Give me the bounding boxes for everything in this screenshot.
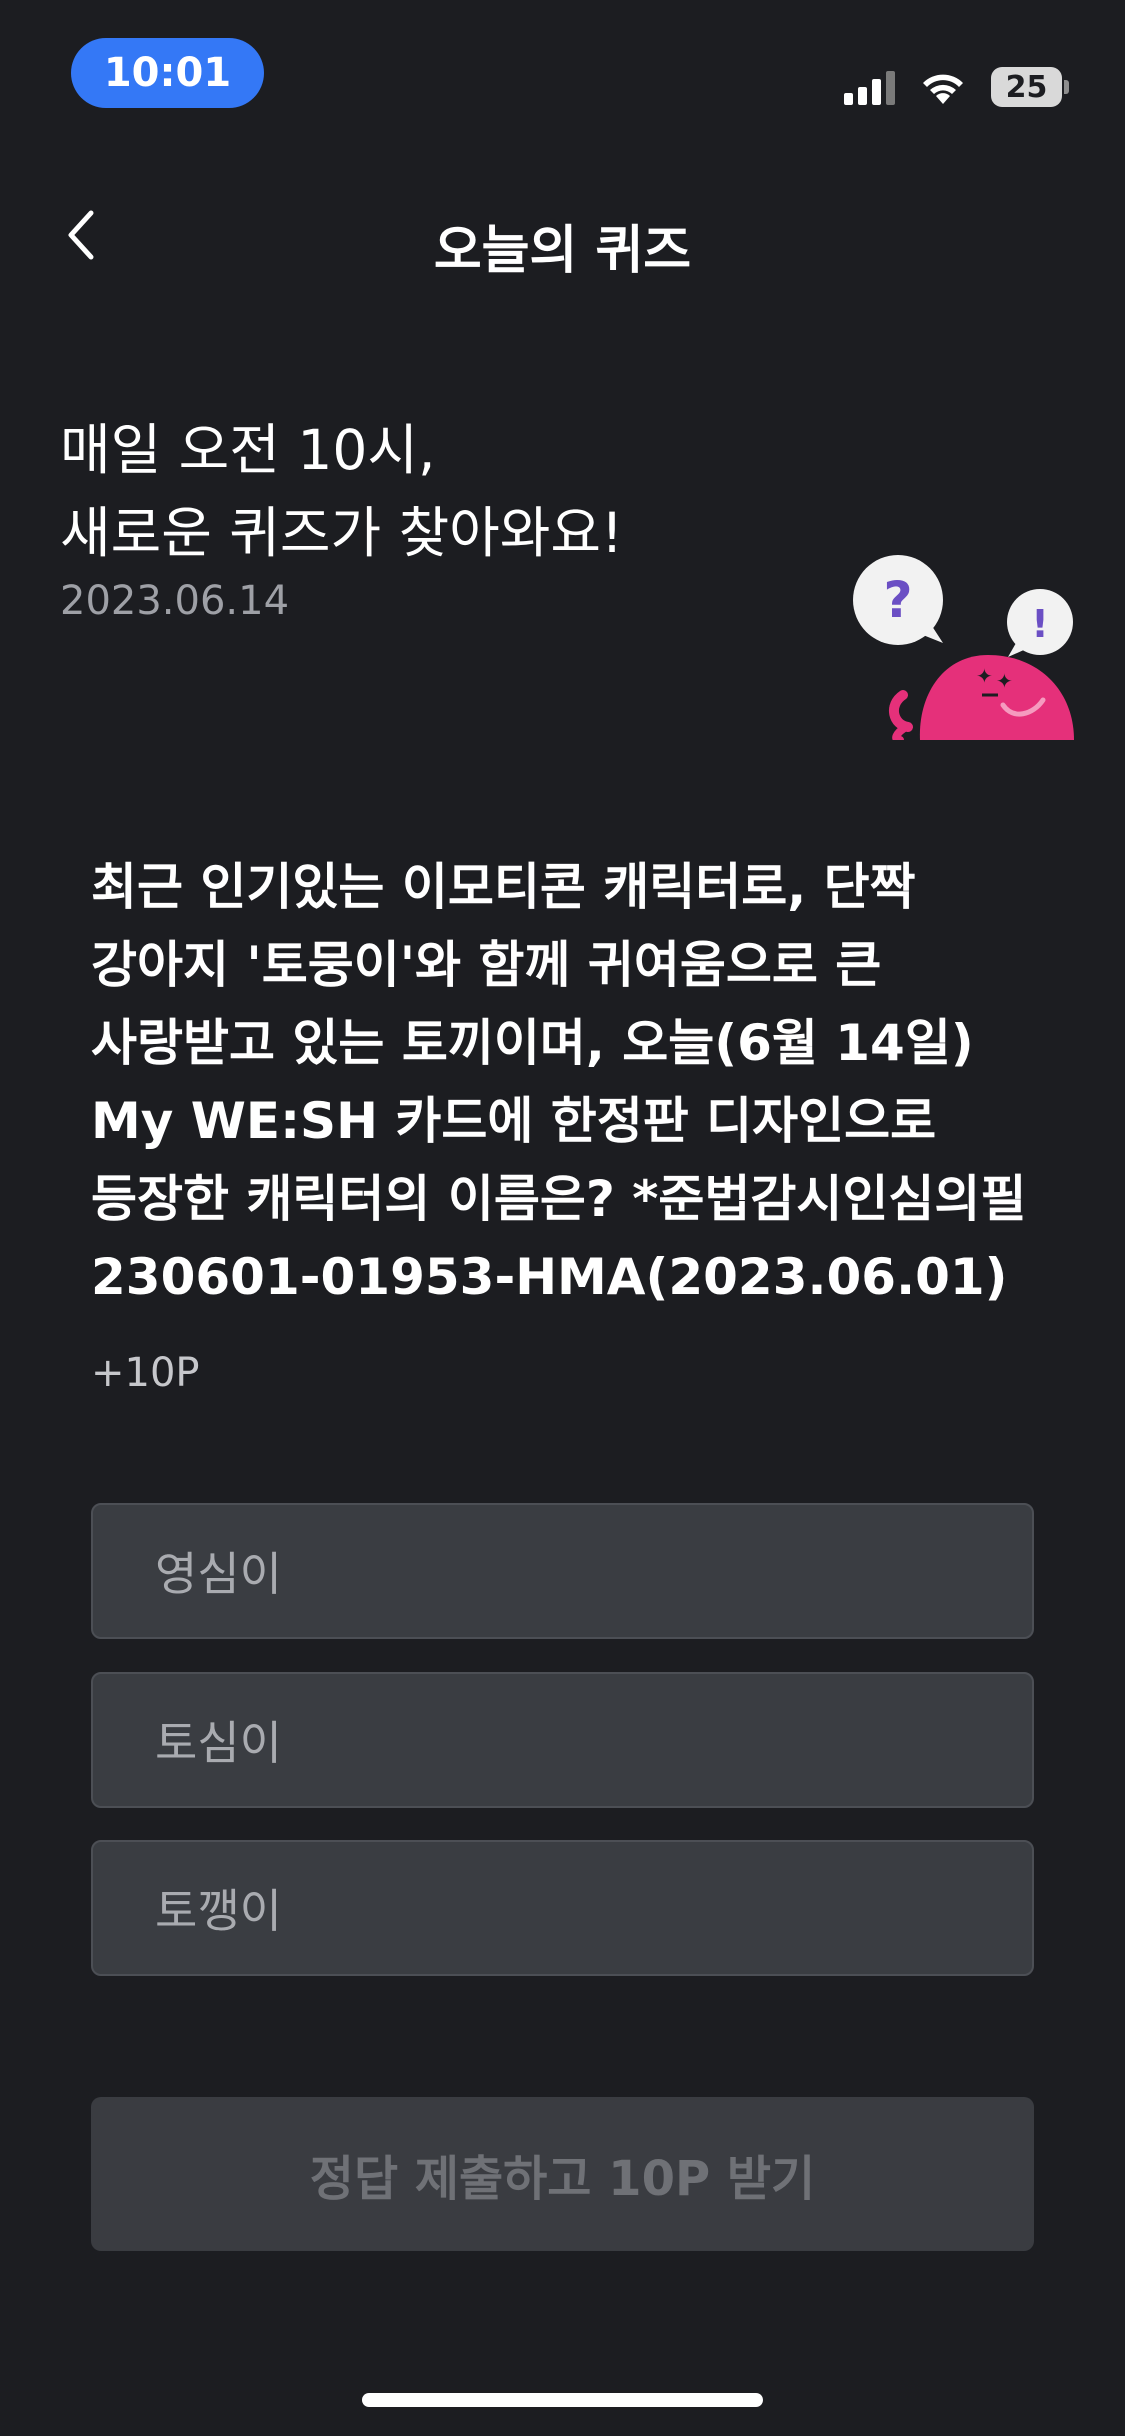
quiz-screen: 10:01 25 오늘의 퀴즈 매일 오전 10시, 새로운 퀴즈가 찾아와요!… [0, 0, 1125, 2436]
answer-option-label: 영심이 [155, 1547, 282, 1601]
answer-option-label: 토심이 [155, 1716, 282, 1770]
status-bar: 10:01 25 [0, 0, 1125, 140]
exclamation-bubble-icon: ! [1007, 589, 1073, 657]
answer-option-3[interactable]: 토깽이 [91, 1840, 1034, 1976]
battery-icon: 25 [991, 67, 1069, 107]
home-indicator [362, 2393, 763, 2407]
answer-option-1[interactable]: 영심이 [91, 1503, 1034, 1639]
intro-heading-line2: 새로운 퀴즈가 찾아와요! [60, 501, 624, 565]
svg-text:✦: ✦ [996, 669, 1013, 693]
question-bubble-icon: ? [853, 555, 943, 645]
svg-text:!: ! [1031, 602, 1048, 646]
nav-bar: 오늘의 퀴즈 [0, 180, 1125, 290]
intro-heading-line1: 매일 오전 10시, [60, 418, 436, 482]
page-title: 오늘의 퀴즈 [433, 221, 692, 281]
mascot-character-icon: ✦ ✦ [889, 655, 1074, 740]
mascot-illustration: ? ! ✦ ✦ [853, 555, 1074, 740]
battery-level: 25 [991, 67, 1063, 107]
status-time: 10:01 [71, 38, 264, 108]
answer-option-label: 토깽이 [155, 1884, 282, 1938]
status-icons: 25 [844, 62, 1069, 112]
reward-points: +10P [91, 1350, 200, 1396]
answer-option-2[interactable]: 토심이 [91, 1672, 1034, 1808]
quiz-question: 최근 인기있는 이모티콘 캐릭터로, 단짝 강아지 '토뭉이'와 함께 귀여움으… [91, 858, 1027, 1306]
signal-icon [844, 69, 895, 105]
svg-text:✦: ✦ [976, 664, 993, 688]
quiz-date: 2023.06.14 [60, 578, 290, 624]
svg-text:?: ? [883, 571, 912, 629]
wifi-icon [917, 68, 969, 106]
submit-answer-button[interactable]: 정답 제출하고 10P 받기 [91, 2097, 1034, 2251]
